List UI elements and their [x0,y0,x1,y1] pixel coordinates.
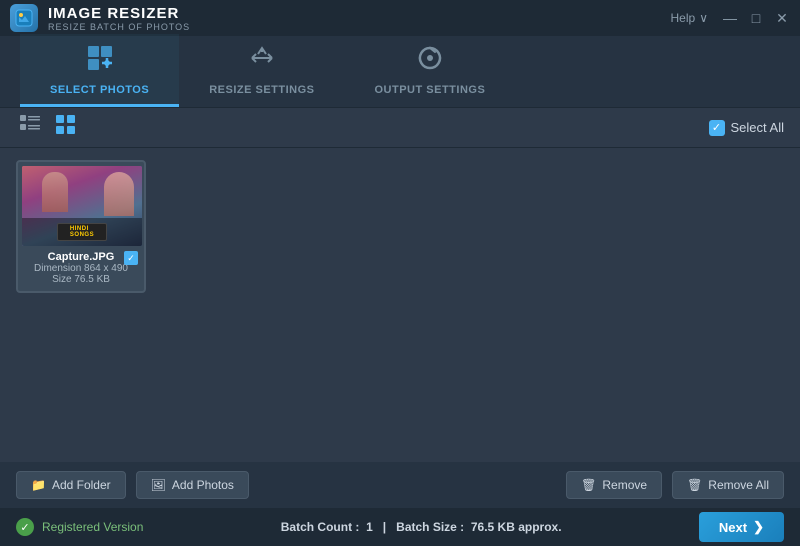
batch-separator: | [383,520,386,534]
list-view-button[interactable] [16,113,44,142]
registered-status: ✓ Registered Version [16,518,143,536]
select-all-checkbox[interactable]: ✓ [709,120,725,136]
toolbar: ✓ Select All [0,108,800,148]
add-folder-label: Add Folder [52,478,111,492]
tab-output-settings[interactable]: OUTPUT SETTINGS [345,34,516,107]
batch-info: Batch Count : 1 | Batch Size : 76.5 KB a… [281,520,562,534]
app-icon [10,4,38,32]
content-area: HINDISONGS ✓ Capture.JPG Dimension 864 x… [0,148,800,462]
tab-select-photos[interactable]: SELECT PHOTOS [20,34,179,107]
titlebar: IMAGE RESIZER RESIZE BATCH OF PHOTOS Hel… [0,0,800,36]
add-photos-button[interactable]: 🖼 Add Photos [136,471,249,499]
action-bar: 📁 Add Folder 🖼 Add Photos 🗑 Remove 🗑 Rem… [0,462,800,508]
add-photos-icon: 🖼 [151,478,166,492]
tab-output-settings-label: OUTPUT SETTINGS [375,84,486,96]
photo-dimension: Dimension 864 x 490 [22,263,140,274]
batch-count-value: 1 [366,520,373,534]
next-button[interactable]: Next ❯ [699,512,784,542]
remove-all-trash-icon: 🗑 [687,478,702,492]
tab-resize-settings-label: RESIZE SETTINGS [209,84,314,96]
remove-label: Remove [602,478,647,492]
select-all-label: Select All [731,120,784,135]
tab-resize-settings[interactable]: RESIZE SETTINGS [179,34,344,107]
photo-thumbnail: HINDISONGS [22,166,142,246]
select-photos-icon [86,44,114,78]
photo-checkbox[interactable]: ✓ [124,251,138,265]
add-folder-icon: 📁 [31,478,46,492]
grid-view-button[interactable] [52,113,80,142]
photo-grid: HINDISONGS ✓ Capture.JPG Dimension 864 x… [16,160,784,293]
statusbar: ✓ Registered Version Batch Count : 1 | B… [0,508,800,546]
app-title: IMAGE RESIZER [48,5,190,22]
action-left: 📁 Add Folder 🖼 Add Photos [16,471,249,499]
help-button[interactable]: Help ∨ [671,11,708,25]
tabbar: SELECT PHOTOS RESIZE SETTINGS OUTPUT SET… [0,36,800,108]
app-title-block: IMAGE RESIZER RESIZE BATCH OF PHOTOS [48,5,190,32]
batch-size-label: Batch Size : [396,520,464,534]
titlebar-left: IMAGE RESIZER RESIZE BATCH OF PHOTOS [10,4,190,32]
remove-all-button[interactable]: 🗑 Remove All [672,471,784,499]
action-right: 🗑 Remove 🗑 Remove All [566,471,784,499]
app-subtitle: RESIZE BATCH OF PHOTOS [48,22,190,32]
titlebar-right: Help ∨ — □ ✕ [671,10,790,27]
restore-button[interactable]: □ [748,10,764,27]
tab-select-photos-label: SELECT PHOTOS [50,84,149,96]
remove-all-label: Remove All [708,478,769,492]
help-chevron-icon: ∨ [699,11,708,25]
output-settings-icon [416,44,444,78]
registered-icon: ✓ [16,518,34,536]
view-toggle [16,113,80,142]
resize-settings-icon [248,44,276,78]
registered-label: Registered Version [42,520,143,534]
batch-size-value: 76.5 KB approx. [471,520,562,534]
remove-button[interactable]: 🗑 Remove [566,471,662,499]
add-photos-label: Add Photos [172,478,234,492]
batch-count-label: Batch Count : [281,520,360,534]
close-button[interactable]: ✕ [774,10,790,27]
next-label: Next [719,520,747,535]
select-all[interactable]: ✓ Select All [709,120,784,136]
photo-size: Size 76.5 KB [22,274,140,285]
help-label: Help [671,11,696,25]
minimize-button[interactable]: — [722,10,738,27]
list-item[interactable]: HINDISONGS ✓ Capture.JPG Dimension 864 x… [16,160,146,293]
photo-name: Capture.JPG [22,251,140,263]
add-folder-button[interactable]: 📁 Add Folder [16,471,126,499]
window-controls: — □ ✕ [722,10,790,27]
remove-trash-icon: 🗑 [581,478,596,492]
next-icon: ❯ [753,519,764,535]
